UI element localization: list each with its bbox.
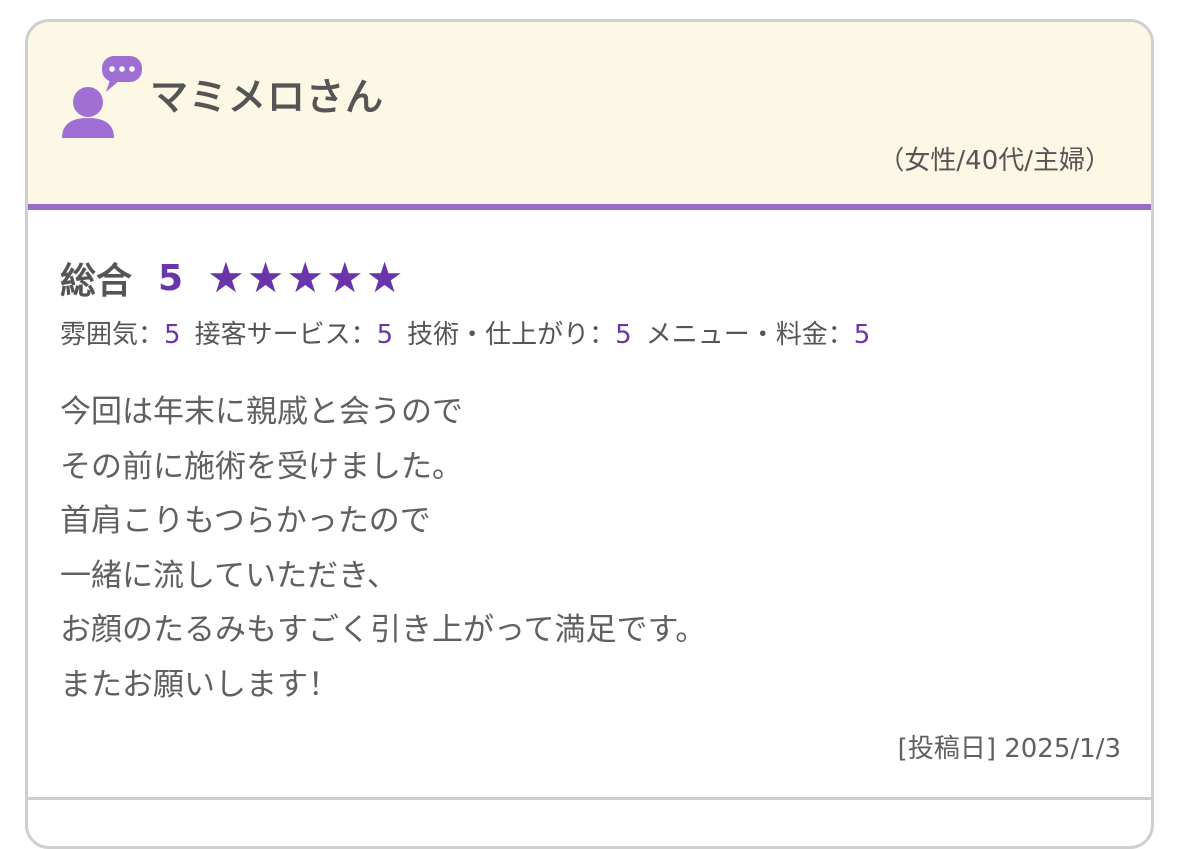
star-icon: ★ xyxy=(326,253,364,302)
sub-rating-label: 技術・仕上がり： xyxy=(407,320,616,350)
sub-rating-value: 5 xyxy=(853,320,871,350)
sub-rating-value: 5 xyxy=(376,320,394,350)
comment-line: 一緒に流していただき、 xyxy=(60,557,398,594)
star-icon: ★ xyxy=(207,253,245,302)
sub-rating-label: 雰囲気： xyxy=(60,320,165,350)
reviewer-name: マミメロさん xyxy=(150,75,385,119)
comment-line: お顔のたるみもすごく引き上がって満足です。 xyxy=(60,612,707,648)
review-comment: 今回は年末に親戚と会うので その前に施術を受けました。 首肩こりもつらかったので… xyxy=(60,385,706,712)
comment-line: またお願いします！ xyxy=(60,666,339,703)
star-icon: ★ xyxy=(365,253,404,302)
comment-line: その前に施術を受けました。 xyxy=(60,448,463,485)
comment-line: 今回は年末に親戚と会うので xyxy=(60,394,463,430)
reviewer-meta: （女性/40代/主婦） xyxy=(878,146,1111,176)
sub-rating-label: 接客サービス： xyxy=(194,320,377,350)
sub-rating-value: 5 xyxy=(615,320,632,350)
star-icon: ★ xyxy=(246,253,285,302)
sub-rating-atmosphere: 雰囲気：5 xyxy=(60,314,181,351)
sub-rating-technique: 技術・仕上がり：5 xyxy=(407,314,632,351)
star-rating: ★ ★ ★ ★ ★ xyxy=(207,257,403,299)
sub-rating-menu-price: メニュー・料金：5 xyxy=(646,314,871,351)
reviewer-header: マミメロさん （女性/40代/主婦） xyxy=(28,22,1151,210)
sub-ratings: 雰囲気：5 接客サービス：5 技術・仕上がり：5 メニュー・料金：5 xyxy=(60,314,884,351)
divider xyxy=(28,797,1151,800)
post-date: [投稿日] 2025/1/3 xyxy=(897,734,1121,764)
overall-score: 5 xyxy=(158,257,184,299)
star-icon: ★ xyxy=(286,253,325,302)
overall-label: 総合 xyxy=(60,261,133,302)
sub-rating-service: 接客サービス：5 xyxy=(195,314,394,351)
review-card: マミメロさん （女性/40代/主婦） 総合 5 ★ ★ ★ ★ ★ 雰囲気：5 接客サー… xyxy=(25,19,1154,849)
overall-rating: 総合 5 ★ ★ ★ ★ ★ xyxy=(60,252,403,304)
sub-rating-label: メニュー・料金： xyxy=(645,320,854,350)
comment-line: 首肩こりもつらかったので xyxy=(60,503,431,539)
sub-rating-value: 5 xyxy=(164,320,181,350)
user-speech-bubble-icon xyxy=(62,56,142,138)
